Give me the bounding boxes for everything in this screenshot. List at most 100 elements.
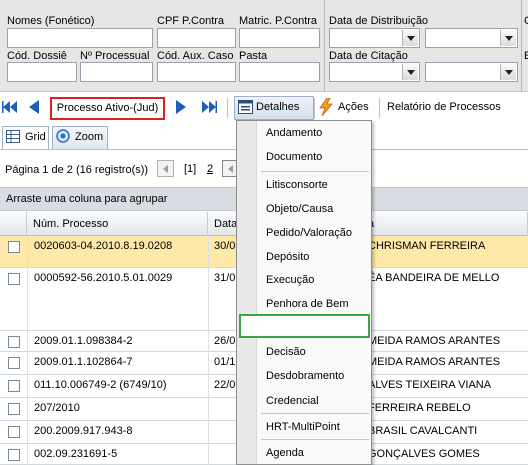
row-checkbox[interactable] <box>8 273 20 285</box>
matric-field[interactable] <box>239 28 320 48</box>
cod-dossie-label: Cód. Dossiê <box>7 50 67 62</box>
menu-item-execucao[interactable]: Execução <box>266 274 314 286</box>
chevron-down-icon <box>500 30 516 46</box>
details-window-icon <box>238 100 253 114</box>
data-citacao-label: Data de Citação <box>329 50 408 62</box>
row-checkbox[interactable] <box>8 403 20 415</box>
row-checkbox[interactable] <box>8 426 20 438</box>
toolbar-separator <box>379 98 380 118</box>
row-checkbox[interactable] <box>8 336 20 348</box>
cell-name: CHRISMAN FERREIRA <box>368 240 486 252</box>
cell-num-processo: 207/2010 <box>34 402 80 414</box>
zoom-icon <box>56 129 70 143</box>
acoes-button[interactable]: Ações <box>338 101 369 113</box>
cell-name: ALVES TEIXEIRA VIANA <box>368 379 492 391</box>
data-distribuicao-to-select[interactable] <box>425 28 518 48</box>
menu-separator <box>261 171 369 172</box>
cell-num-processo: 2009.01.1.102864-7 <box>34 356 133 368</box>
cell-name: ÊA BANDEIRA DE MELLO <box>368 272 500 284</box>
cell-num-processo: 200.2009.917.943-8 <box>34 425 133 437</box>
cod-dossie-field[interactable] <box>7 62 77 82</box>
next-record-icon[interactable] <box>175 100 187 114</box>
matric-label: Matric. P.Contra <box>239 15 318 27</box>
menu-separator <box>261 413 369 414</box>
cell-data: 22/0 <box>214 379 236 391</box>
cell-data: 26/0 <box>214 335 236 347</box>
num-processual-label: Nº Processual <box>80 50 150 62</box>
toolbar-separator <box>227 98 228 118</box>
filter-divider <box>521 0 522 92</box>
cell-name: MEIDA RAMOS ARANTES <box>368 335 501 347</box>
last-record-icon[interactable] <box>201 101 217 113</box>
pager-page-current[interactable]: [1] <box>184 163 196 175</box>
menu-item-andamento[interactable]: Andamento <box>266 127 322 139</box>
data-distribuicao-label: Data de Distribuição <box>329 15 429 27</box>
detalhes-menu: Andamento Documento Litisconsorte Objeto/Ca… <box>236 120 372 465</box>
extra-label-bottom: E <box>524 50 528 62</box>
menu-item-objeto-causa[interactable]: Objeto/Causa <box>266 203 333 215</box>
pager-info: Página 1 de 2 (16 registro(s)) <box>5 164 149 176</box>
menu-item-credencial[interactable]: Credencial <box>266 395 319 407</box>
menu-item-documento[interactable]: Documento <box>266 151 322 163</box>
toolbar-separator <box>314 98 315 118</box>
cell-num-processo: 0020603-04.2010.8.19.0208 <box>34 240 173 252</box>
pager-prev-button[interactable] <box>157 160 174 177</box>
menu-item-deposito[interactable]: Depósito <box>266 251 309 263</box>
pasta-field[interactable] <box>239 62 320 82</box>
header-select-column[interactable] <box>0 212 27 236</box>
header-num-processo-label: Núm. Processo <box>33 218 109 230</box>
cod-aux-field[interactable] <box>157 62 236 82</box>
extra-label-top: C <box>524 15 528 27</box>
menu-gutter <box>237 121 257 464</box>
cell-num-processo: 2009.01.1.098384-2 <box>34 335 133 347</box>
row-checkbox[interactable] <box>8 241 20 253</box>
lightning-icon <box>319 98 333 116</box>
menu-item-desdobramento[interactable]: Desdobramento <box>266 370 344 382</box>
chevron-down-icon <box>402 30 418 46</box>
menu-item-pedido-valoracao[interactable]: Pedido/Valoração <box>266 227 352 239</box>
header-num-processo[interactable]: Núm. Processo <box>27 212 208 236</box>
cell-name: FERREIRA REBELO <box>368 402 471 414</box>
column-divider <box>27 236 28 465</box>
cpf-field[interactable] <box>157 28 236 48</box>
chevron-down-icon <box>402 64 418 80</box>
relatorio-processos-button[interactable]: Relatório de Processos <box>387 101 501 113</box>
menu-item-agenda[interactable]: Agenda <box>266 447 304 459</box>
column-divider <box>208 236 209 465</box>
cell-data: 30/0 <box>214 240 236 252</box>
menu-item-decisao[interactable]: Decisão <box>266 346 306 358</box>
chevron-down-icon <box>500 64 516 80</box>
tab-grid-label: Grid <box>25 131 46 143</box>
cell-name: MEIDA RAMOS ARANTES <box>368 356 501 368</box>
data-citacao-from-select[interactable] <box>329 62 420 82</box>
header-data-label: Data <box>214 218 238 230</box>
pager-page-2[interactable]: 2 <box>207 163 213 175</box>
cell-num-processo: 002.09.231691-5 <box>34 448 118 460</box>
menu-separator <box>261 439 369 440</box>
row-checkbox[interactable] <box>8 449 20 461</box>
menu-item-litisconsorte[interactable]: Litisconsorte <box>266 179 328 191</box>
previous-record-icon[interactable] <box>28 100 40 114</box>
header-name[interactable]: a <box>358 212 528 236</box>
menu-item-hrt-multipoint[interactable]: HRT-MultiPoint <box>266 421 340 433</box>
data-citacao-to-select[interactable] <box>425 62 518 82</box>
cell-num-processo: 011.10.006749-2 (6749/10) <box>34 379 167 391</box>
cell-num-processo: 0000592-56.2010.5.01.0029 <box>34 272 173 284</box>
bloqueio-judicial-highlight <box>239 314 370 338</box>
num-processual-field[interactable] <box>80 62 153 82</box>
row-checkbox[interactable] <box>8 380 20 392</box>
first-record-icon[interactable] <box>2 101 18 113</box>
detalhes-label: Detalhes <box>256 101 300 113</box>
nomes-field[interactable] <box>7 28 153 48</box>
menu-item-penhora-de-bem[interactable]: Penhora de Bem <box>266 298 349 310</box>
tab-zoom-label: Zoom <box>75 131 104 143</box>
cell-data: 31/0 <box>214 272 236 284</box>
row-checkbox[interactable] <box>8 357 20 369</box>
cpf-label: CPF P.Contra <box>157 15 225 27</box>
cell-data: 01/1 <box>214 356 236 368</box>
pasta-label: Pasta <box>239 50 268 62</box>
data-distribuicao-from-select[interactable] <box>329 28 420 48</box>
filter-panel: Nomes (Fonético) CPF P.Contra Matric. P.… <box>0 0 528 92</box>
cell-name: GONÇALVES GOMES <box>368 448 480 460</box>
processo-ativo-button[interactable]: Processo Ativo-(Jud) <box>50 97 165 120</box>
